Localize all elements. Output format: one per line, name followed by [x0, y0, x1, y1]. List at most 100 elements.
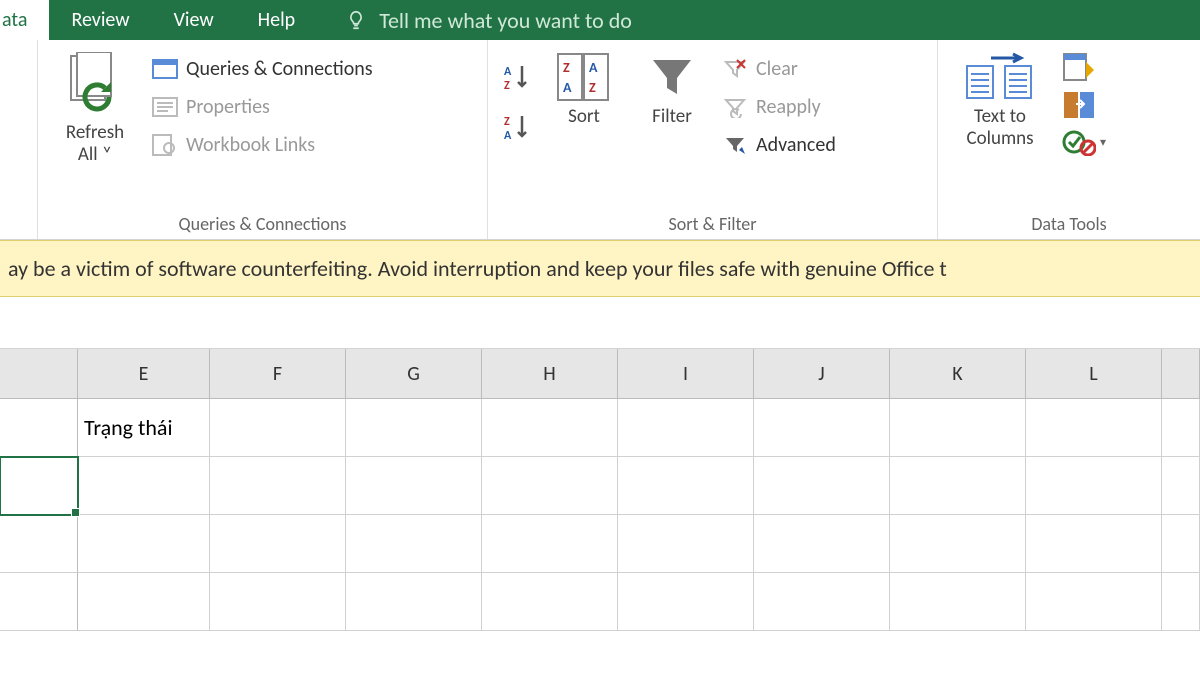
ribbon-group-queries: Refresh All ˅ Queries & Connections Prop…	[38, 40, 488, 239]
warning-bar[interactable]: ay be a victim of software counterfeitin…	[0, 240, 1200, 297]
cell[interactable]	[78, 573, 210, 631]
tab-review[interactable]: Review	[49, 0, 151, 40]
tab-view[interactable]: View	[152, 0, 236, 40]
text-to-columns-button[interactable]: Text to Columns	[952, 48, 1048, 150]
cell[interactable]	[346, 457, 482, 515]
cell[interactable]	[1162, 399, 1200, 457]
queries-connections-button[interactable]: Queries & Connections	[152, 56, 373, 82]
clear-icon	[722, 56, 748, 82]
filter-icon	[647, 52, 697, 102]
cell[interactable]	[1026, 515, 1162, 573]
grid-row	[0, 457, 1200, 515]
cell[interactable]	[346, 573, 482, 631]
properties-label: Properties	[186, 95, 270, 119]
advanced-label: Advanced	[756, 133, 836, 157]
cell[interactable]	[890, 515, 1026, 573]
flash-fill-icon[interactable]	[1062, 52, 1106, 82]
cell[interactable]	[754, 515, 890, 573]
column-header-E[interactable]: E	[78, 349, 210, 398]
refresh-icon	[65, 52, 125, 118]
sort-button[interactable]: ZAAZ Sort	[546, 48, 622, 128]
cell[interactable]	[890, 573, 1026, 631]
column-header-K[interactable]: K	[890, 349, 1026, 398]
properties-button[interactable]: Properties	[152, 94, 373, 120]
sort-label: Sort	[568, 106, 600, 128]
cell[interactable]	[482, 457, 618, 515]
chevron-down-icon: ▾	[1100, 135, 1106, 150]
cell[interactable]	[618, 515, 754, 573]
cell[interactable]	[78, 457, 210, 515]
cell[interactable]	[1162, 457, 1200, 515]
column-header-L[interactable]: L	[1026, 349, 1162, 398]
row-header[interactable]	[0, 573, 78, 631]
tab-data[interactable]: ata	[0, 0, 49, 40]
select-all-corner[interactable]	[0, 349, 78, 398]
workbook-links-label: Workbook Links	[186, 133, 315, 157]
ribbon-group-leftcut: tions es ks	[0, 40, 38, 239]
column-header-H[interactable]: H	[482, 349, 618, 398]
text-to-columns-label: Text to Columns	[966, 106, 1033, 150]
ribbon: tions es ks Refresh All ˅	[0, 40, 1200, 240]
reapply-button[interactable]: Reapply	[722, 94, 836, 120]
cell[interactable]	[482, 399, 618, 457]
cell[interactable]	[346, 515, 482, 573]
svg-text:Z: Z	[504, 115, 510, 129]
sort-asc-button[interactable]: AZ	[502, 62, 532, 92]
cell[interactable]	[890, 457, 1026, 515]
cell[interactable]	[754, 457, 890, 515]
workbook-links-button[interactable]: Workbook Links	[152, 132, 373, 158]
grid-row: Trạng thái	[0, 399, 1200, 457]
cell[interactable]	[1162, 573, 1200, 631]
cell[interactable]	[210, 573, 346, 631]
cell[interactable]	[210, 457, 346, 515]
filter-button[interactable]: Filter	[636, 48, 708, 128]
svg-text:A: A	[589, 59, 598, 76]
cell[interactable]	[1026, 573, 1162, 631]
advanced-button[interactable]: Advanced	[722, 132, 836, 158]
cell[interactable]	[890, 399, 1026, 457]
cell[interactable]	[210, 515, 346, 573]
reapply-label: Reapply	[756, 95, 821, 119]
grid-row	[0, 515, 1200, 573]
column-header-overflow[interactable]	[1162, 349, 1200, 398]
data-validation-icon[interactable]: ▾	[1062, 128, 1106, 156]
cell[interactable]	[754, 573, 890, 631]
row-header[interactable]	[0, 515, 78, 573]
refresh-all-button[interactable]: Refresh All ˅	[52, 48, 138, 166]
cell[interactable]	[482, 573, 618, 631]
sort-filter-group-label: Sort & Filter	[502, 209, 923, 235]
formula-bar-area[interactable]	[0, 297, 1200, 349]
svg-text:Z: Z	[563, 59, 570, 76]
sort-icon: ZAAZ	[556, 52, 612, 102]
cell[interactable]	[210, 399, 346, 457]
column-header-F[interactable]: F	[210, 349, 346, 398]
cell-E1[interactable]: Trạng thái	[78, 399, 210, 457]
lightbulb-icon	[345, 9, 367, 31]
cell[interactable]	[1026, 457, 1162, 515]
svg-text:A: A	[563, 79, 572, 96]
refresh-all-label: Refresh All ˅	[66, 122, 124, 166]
remove-duplicates-icon[interactable]	[1062, 90, 1106, 120]
cell[interactable]	[482, 515, 618, 573]
cell[interactable]	[618, 457, 754, 515]
cell[interactable]	[1162, 515, 1200, 573]
cell[interactable]	[754, 399, 890, 457]
tell-me-search[interactable]: Tell me what you want to do	[345, 7, 632, 34]
cell[interactable]	[346, 399, 482, 457]
column-header-J[interactable]: J	[754, 349, 890, 398]
cell[interactable]	[618, 573, 754, 631]
row-header[interactable]	[0, 457, 78, 515]
column-header-G[interactable]: G	[346, 349, 482, 398]
clear-label: Clear	[756, 57, 798, 81]
sort-desc-button[interactable]: ZA	[502, 112, 532, 142]
row-header[interactable]	[0, 399, 78, 457]
cell[interactable]	[1026, 399, 1162, 457]
queries-connections-icon	[152, 56, 178, 82]
tab-help[interactable]: Help	[236, 0, 318, 40]
column-header-I[interactable]: I	[618, 349, 754, 398]
cell[interactable]	[618, 399, 754, 457]
ribbon-tabs: ata Review View Help Tell me what you wa…	[0, 0, 1200, 40]
text-to-columns-icon	[965, 52, 1035, 102]
clear-button[interactable]: Clear	[722, 56, 836, 82]
cell[interactable]	[78, 515, 210, 573]
